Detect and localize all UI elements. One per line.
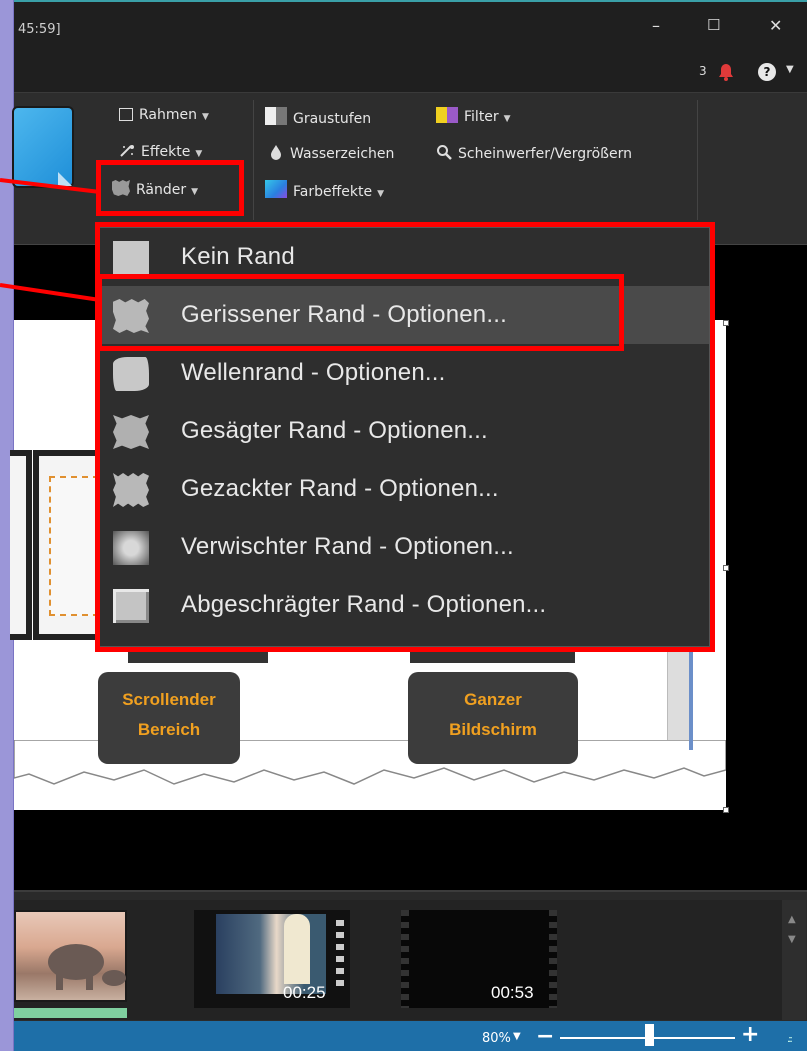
ribbon-graustufen-button[interactable]: Graustufen xyxy=(265,107,371,127)
zoom-out-button[interactable]: − xyxy=(536,1024,554,1049)
resize-handle[interactable] xyxy=(723,320,729,326)
notification-bar xyxy=(14,52,807,92)
clip-audio-bar xyxy=(14,1008,127,1018)
chevron-down-icon[interactable]: ▼ xyxy=(513,1031,521,1042)
timeline-scrollbar[interactable]: ▲ ▼ xyxy=(782,900,806,1020)
filter-icon xyxy=(436,107,458,123)
fullscreen-label: Ganzer Bildschirm xyxy=(408,672,578,764)
clip-thumbnail-black[interactable] xyxy=(401,910,557,1008)
monitor-image xyxy=(33,450,103,640)
spotlight-icon xyxy=(436,144,452,160)
ribbon-rahmen-button[interactable]: Rahmen ▼ xyxy=(119,107,209,123)
resize-handle[interactable] xyxy=(723,565,729,571)
chevron-down-icon: ▼ xyxy=(202,112,209,122)
clip-duration: 00:25 xyxy=(283,983,326,1002)
zoom-level[interactable]: 80% xyxy=(482,1031,511,1046)
chevron-down-icon[interactable]: ▼ xyxy=(786,64,794,75)
clip-thumbnail-elephants[interactable] xyxy=(14,910,127,1002)
monitor-image xyxy=(10,450,32,640)
chevron-down-icon: ▼ xyxy=(377,189,384,199)
color-effects-icon xyxy=(265,180,287,198)
ribbon-divider xyxy=(697,100,698,220)
frame-icon xyxy=(119,108,133,121)
clip-thumbnail-people[interactable] xyxy=(194,910,350,1008)
annotation-item-highlight xyxy=(97,274,624,351)
ribbon-divider xyxy=(253,100,254,220)
annotation-raender-highlight xyxy=(96,160,244,216)
window-title: 45:59] xyxy=(18,22,61,37)
zoom-slider-handle[interactable] xyxy=(645,1024,654,1046)
chevron-down-icon: ▼ xyxy=(195,149,203,159)
watermark-icon xyxy=(268,144,284,160)
close-button[interactable]: ✕ xyxy=(769,16,782,35)
ribbon-farbeffekte-button[interactable]: Farbeffekte ▼ xyxy=(265,180,384,200)
ribbon-effekte-button[interactable]: Effekte ▼ xyxy=(119,144,202,160)
ribbon-wasserzeichen-button[interactable]: Wasserzeichen xyxy=(268,144,394,162)
effects-icon xyxy=(119,144,135,158)
ribbon-filter-button[interactable]: Filter ▼ xyxy=(436,107,511,125)
help-icon[interactable]: ? xyxy=(758,63,776,81)
ribbon-scheinwerfer-button[interactable]: Scheinwerfer/Vergrößern xyxy=(436,144,632,162)
maximize-button[interactable]: ☐ xyxy=(707,16,720,34)
scroll-area-label: Scrollender Bereich xyxy=(98,672,240,764)
clip-duration: 00:53 xyxy=(491,983,534,1002)
resize-handle[interactable] xyxy=(723,807,729,813)
bell-icon[interactable] xyxy=(716,62,736,82)
status-bar xyxy=(14,1021,807,1051)
grayscale-icon xyxy=(265,107,287,125)
resize-grip-icon[interactable]: .:: xyxy=(787,1034,793,1045)
chevron-down-icon: ▼ xyxy=(503,114,511,124)
annotation-arrows xyxy=(0,178,101,302)
zoom-in-button[interactable]: + xyxy=(741,1022,759,1047)
minimize-button[interactable]: – xyxy=(652,16,660,35)
notification-count: 3 xyxy=(699,64,707,78)
title-bar xyxy=(14,0,807,52)
